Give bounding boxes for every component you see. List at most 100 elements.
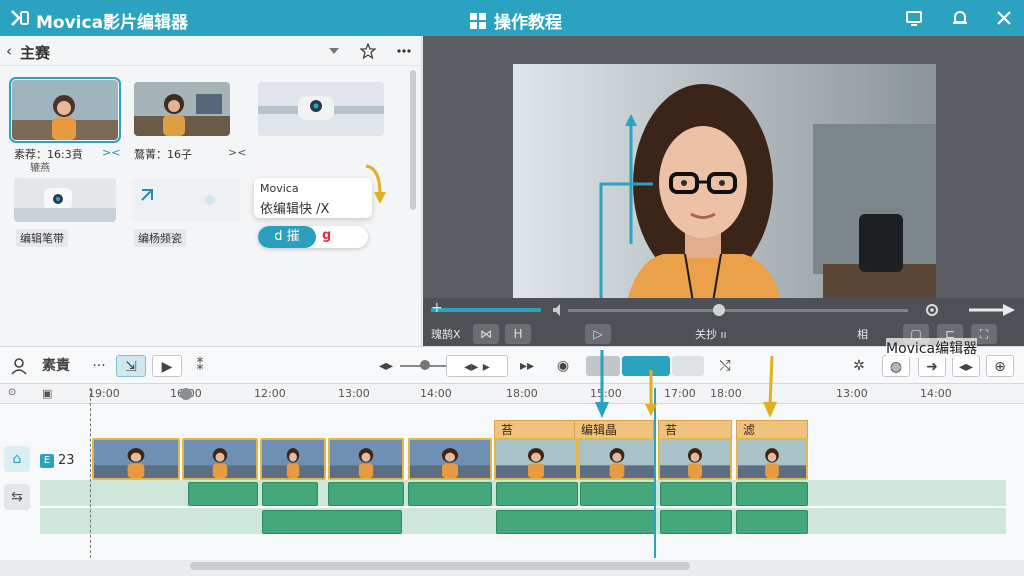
audio-clip[interactable] (736, 482, 808, 506)
magnet-button[interactable]: ◍ (882, 355, 910, 377)
monitor-icon[interactable] (904, 8, 924, 28)
audio-clip[interactable] (262, 510, 402, 534)
audio-clip[interactable] (188, 482, 258, 506)
audio-clip[interactable] (580, 482, 656, 506)
more-icon[interactable] (396, 43, 412, 59)
expand-button[interactable]: ⊕ (986, 355, 1014, 377)
clip-tag-3[interactable]: 苔 (658, 420, 732, 440)
video-clip[interactable] (182, 438, 258, 480)
audio-clip[interactable] (408, 482, 492, 506)
playhead-start-knob[interactable] (180, 388, 192, 400)
media-panel-header: ‹ 主赛 (0, 36, 422, 66)
marker-icon[interactable]: ⁑ (188, 355, 212, 377)
timeline-scrollbar[interactable] (190, 562, 690, 570)
volume-icon[interactable] (551, 302, 565, 318)
more-tools-icon[interactable]: ··· (88, 355, 110, 377)
segment-3[interactable] (672, 356, 704, 376)
shuffle-icon[interactable]: ⤭ (714, 355, 736, 377)
material-label: 素責 (42, 358, 70, 374)
bell-icon[interactable] (950, 8, 970, 28)
next-icon[interactable]: ▸▸ (516, 355, 538, 377)
play-tool-button[interactable]: ▶ (152, 355, 182, 377)
media-thumb-1-sub: 辘燕 (30, 163, 50, 174)
video-clip[interactable] (328, 438, 404, 480)
record-icon[interactable]: ◉ (552, 355, 574, 377)
user-icon[interactable] (10, 357, 28, 375)
clip-tag-4[interactable]: 滤 (736, 420, 808, 440)
editor-label: Movica编辑器 (886, 338, 978, 358)
audio-clip[interactable] (496, 510, 656, 534)
frame-step-buttons[interactable]: ◂▸ ▸ (446, 355, 508, 377)
crop-button[interactable]: H (505, 324, 531, 344)
zoom-knob[interactable] (420, 360, 430, 370)
settings-icon[interactable]: ✲ (848, 355, 870, 377)
media-thumb-2[interactable] (134, 82, 230, 136)
clip-tag-2[interactable]: 编辑晶 (574, 420, 654, 440)
media-thumb-4[interactable] (14, 178, 116, 222)
split-tool-button[interactable]: ◂▸ (952, 355, 980, 377)
video-track-number: 23 (58, 453, 75, 468)
prev-frame-icon[interactable]: ◂▸ (376, 355, 396, 377)
preview-scrub-progress[interactable] (431, 308, 541, 312)
preview-panel: + 瑰鹄X ⋈ H ▷ 关抄 ıı 相 ▢ ⊏ ⛶ (423, 36, 1024, 346)
back-chevron-icon[interactable]: ‹ (6, 42, 12, 60)
audio-clip[interactable] (660, 510, 732, 534)
title-bar: Movica影片编辑器 操作教程 (0, 0, 1024, 36)
video-clip[interactable] (658, 438, 732, 480)
video-track-label: E 23 (40, 453, 75, 468)
home-icon[interactable]: ⌂ (4, 446, 30, 472)
timeline-toolbar: 素責 ··· ⇲ ▶ ⁑ ◂▸ ◂▸ ▸ ▸▸ ◉ ⤭ ✲ ◍ ➜ ◂▸ ⊕ (0, 346, 1024, 384)
media-thumb-5[interactable] (132, 178, 240, 222)
media-thumb-1[interactable] (9, 77, 121, 143)
segment-1[interactable] (586, 356, 620, 376)
video-track-head: ⌂ (0, 442, 40, 478)
snap-tool-button[interactable]: ⇲ (116, 355, 146, 377)
video-clip[interactable] (408, 438, 492, 480)
app-title: Movica影片编辑器 (36, 13, 189, 33)
media-thumb-2-mark[interactable]: >< (228, 146, 246, 159)
add-icon[interactable]: + (431, 300, 443, 316)
play-button[interactable]: ▷ (585, 324, 611, 344)
audio-clip[interactable] (262, 482, 318, 506)
video-editor-app: Movica影片编辑器 操作教程 ‹ 主赛 素荐：16:3賁 辘燕 >< 鶩菁：… (0, 0, 1024, 576)
media-panel-scrollbar[interactable] (410, 70, 416, 210)
star-icon[interactable] (360, 43, 376, 59)
video-clip[interactable] (578, 438, 656, 480)
video-clip[interactable] (494, 438, 578, 480)
audio-wave-icon[interactable]: ⇆ (4, 484, 30, 510)
audio-clip[interactable] (328, 482, 404, 506)
export-arrow-icon[interactable] (967, 302, 1017, 318)
playhead[interactable] (654, 388, 656, 558)
tutorial-label: 操作教程 (494, 13, 562, 33)
popup-line-2: 依编辑快 /X (260, 202, 330, 217)
preview-timeline-track[interactable] (568, 309, 908, 312)
preview-video (513, 64, 936, 330)
video-clip[interactable] (260, 438, 326, 480)
settings-gear-icon[interactable] (923, 302, 941, 318)
close-icon[interactable] (994, 8, 1014, 28)
ruler-mark-icon: ▣ (42, 387, 53, 400)
media-panel-title: 主赛 (20, 44, 51, 62)
clip-tag-1[interactable]: 苔 (494, 420, 578, 440)
video-clip[interactable] (736, 438, 808, 480)
media-thumb-3[interactable] (258, 82, 384, 136)
audio-clip[interactable] (736, 510, 808, 534)
dropdown-triangle-icon[interactable] (326, 43, 342, 59)
audio-track-head-1: ⇆ (0, 482, 40, 518)
segment-2-active[interactable] (622, 356, 670, 376)
media-thumb-1-mark[interactable]: >< (102, 146, 120, 159)
timeline-ruler[interactable]: ⊙ ▣ 19:00 16:00 12:00 13:00 14:00 18:00 … (0, 384, 1024, 404)
tutorial-link[interactable]: 操作教程 (468, 8, 562, 33)
audio-clip[interactable] (660, 482, 732, 506)
split-button[interactable]: ⋈ (473, 324, 499, 344)
ctrl-label-1: 瑰鹄X (431, 328, 461, 341)
app-logo-icon (11, 10, 29, 26)
preview-timeline-knob[interactable] (713, 304, 725, 316)
video-clip[interactable] (92, 438, 180, 480)
edit-shortcut-popup: Movica 依编辑快 /X (254, 178, 372, 218)
forward-button[interactable]: ➜ (918, 355, 946, 377)
toggle-right-label: g (322, 228, 332, 243)
media-thumb-5-label: 编杨频瓷 (134, 229, 186, 247)
mode-toggle[interactable]: d 摧 g (258, 226, 368, 248)
audio-clip[interactable] (496, 482, 578, 506)
